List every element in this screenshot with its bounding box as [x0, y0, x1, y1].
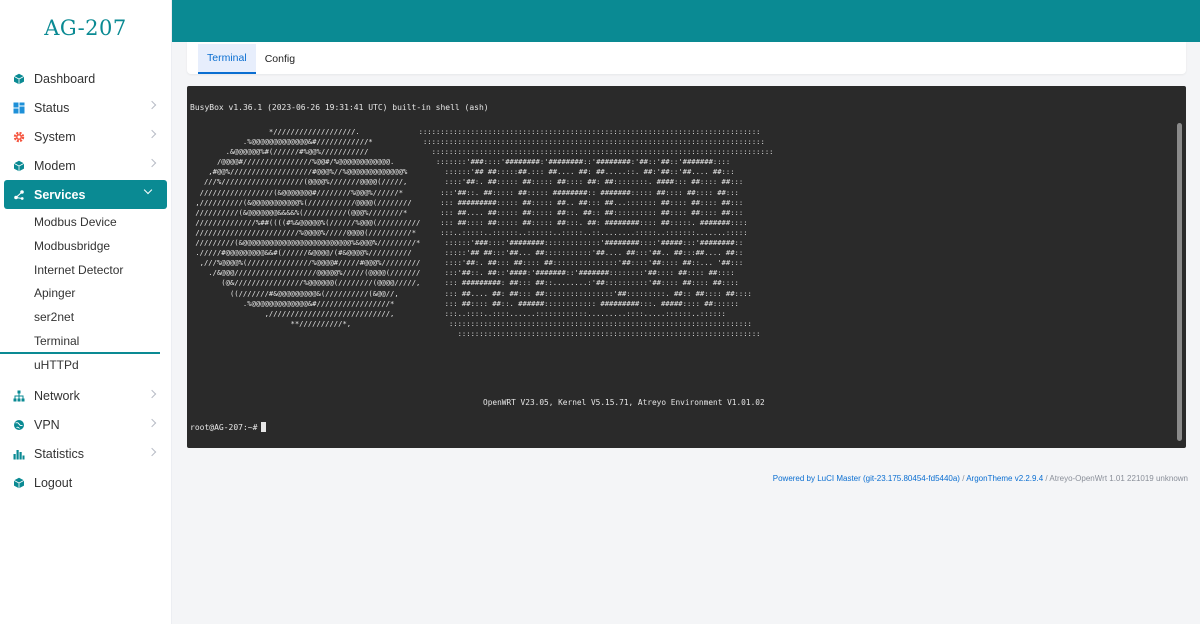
sidebar-item-label: Status — [34, 100, 70, 115]
terminal-scrollbar[interactable] — [1177, 123, 1182, 441]
sidebar-menu: Dashboard Status System Modem Services M… — [0, 64, 171, 498]
sidebar-item-label: Services — [34, 187, 86, 202]
chevron-right-icon — [147, 418, 157, 427]
submenu-item-uhttpd[interactable]: uHTTPd — [0, 354, 171, 378]
atreyo-banner-ascii: ::::::::::::::::::::::::::::::::::::::::… — [418, 127, 774, 338]
chevron-right-icon — [147, 389, 157, 398]
submenu-item-internet-detector[interactable]: Internet Detector — [0, 259, 171, 283]
sidebar-item-modem[interactable]: Modem — [0, 151, 171, 180]
bar-chart-icon — [12, 447, 26, 461]
chevron-down-icon — [143, 185, 153, 195]
brand-logo[interactable]: AG-207 — [0, 16, 171, 50]
tab-config[interactable]: Config — [256, 44, 304, 74]
chevron-right-icon — [147, 447, 157, 456]
sidebar-item-label: System — [34, 129, 76, 144]
cube-icon — [12, 159, 26, 173]
submenu-item-modbusbridge[interactable]: Modbusbridge — [0, 235, 171, 259]
sidebar-item-system[interactable]: System — [0, 122, 171, 151]
globe-icon — [12, 418, 26, 432]
tab-bar: Terminal Config — [187, 42, 1186, 74]
sidebar-item-vpn[interactable]: VPN — [0, 411, 171, 440]
header-bar — [172, 0, 1200, 42]
gear-icon — [12, 130, 26, 144]
openwrt-logo-ascii: *///////////////////. .%@@@@@@@@@@@@@&#/… — [195, 127, 421, 328]
sidebar-item-label: VPN — [34, 418, 60, 433]
sidebar-item-dashboard[interactable]: Dashboard — [0, 64, 171, 93]
sidebar-item-network[interactable]: Network — [0, 382, 171, 411]
submenu-item-apinger[interactable]: Apinger — [0, 282, 171, 306]
sidebar-item-logout[interactable]: Logout — [0, 469, 171, 498]
chevron-right-icon — [147, 100, 157, 110]
sidebar: AG-207 Dashboard Status System Modem Ser… — [0, 0, 172, 624]
services-submenu: Modbus Device Modbusbridge Internet Dete… — [0, 209, 171, 382]
sidebar-item-label: Modem — [34, 158, 76, 173]
terminal-cursor — [261, 422, 267, 432]
cube-icon — [12, 476, 26, 490]
footer: Powered by LuCI Master (git-23.175.80454… — [773, 474, 1188, 483]
busybox-banner: BusyBox v1.36.1 (2023-06-26 19:31:41 UTC… — [190, 103, 489, 112]
version-text: OpenWRT V23.05, Kernel V5.15.71, Atreyo … — [483, 398, 765, 407]
sidebar-item-label: Statistics — [34, 447, 85, 462]
sidebar-item-statistics[interactable]: Statistics — [0, 440, 171, 469]
prompt-text: root@AG-207:~# — [190, 422, 258, 432]
submenu-item-terminal[interactable]: Terminal — [0, 330, 160, 354]
terminal-window[interactable]: BusyBox v1.36.1 (2023-06-26 19:31:41 UTC… — [187, 86, 1186, 448]
grid-icon — [12, 101, 26, 115]
share-icon — [12, 188, 26, 202]
sidebar-item-label: Network — [34, 389, 80, 404]
shell-prompt[interactable]: root@AG-207:~# — [190, 422, 267, 432]
sidebar-item-status[interactable]: Status — [0, 93, 171, 122]
chevron-right-icon — [147, 158, 157, 168]
network-icon — [12, 389, 26, 403]
luci-link[interactable]: Powered by LuCI Master (git-23.175.80454… — [773, 474, 960, 483]
cube-icon — [12, 72, 26, 86]
sidebar-item-label: Dashboard — [34, 71, 96, 86]
sidebar-item-label: Logout — [34, 476, 73, 491]
firmware-version: Atreyo-OpenWrt 1.01 221019 unknown — [1049, 474, 1188, 483]
submenu-item-ser2net[interactable]: ser2net — [0, 306, 171, 330]
tab-terminal[interactable]: Terminal — [198, 44, 256, 74]
sidebar-item-services[interactable]: Services — [4, 180, 167, 209]
chevron-right-icon — [147, 129, 157, 139]
argon-theme-link[interactable]: ArgonTheme v2.2.9.4 — [966, 474, 1043, 483]
submenu-item-modbus-device[interactable]: Modbus Device — [0, 211, 171, 235]
